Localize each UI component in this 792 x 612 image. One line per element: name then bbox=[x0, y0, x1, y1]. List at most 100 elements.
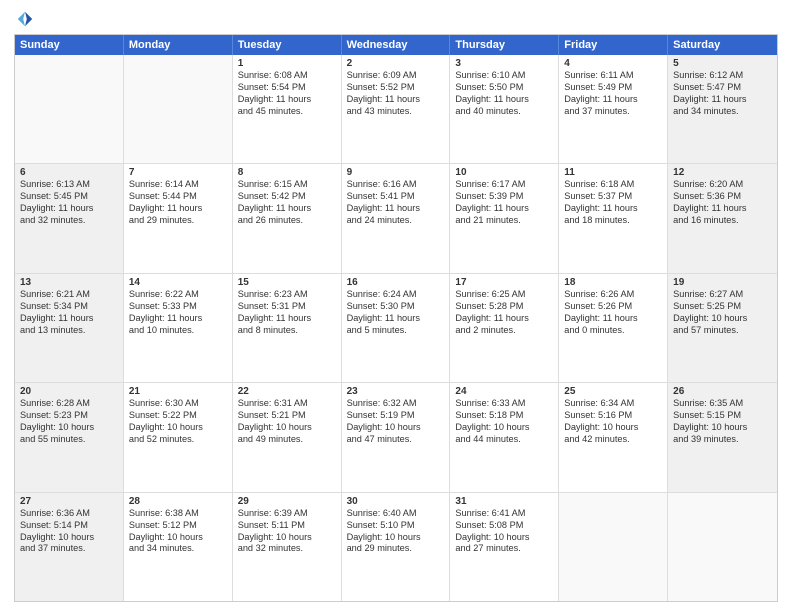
day-number: 28 bbox=[129, 496, 227, 507]
day-number: 16 bbox=[347, 277, 445, 288]
cell-line: Daylight: 10 hours bbox=[129, 532, 227, 544]
cell-line: Daylight: 11 hours bbox=[455, 313, 553, 325]
day-number: 27 bbox=[20, 496, 118, 507]
calendar: SundayMondayTuesdayWednesdayThursdayFrid… bbox=[14, 34, 778, 602]
day-number: 13 bbox=[20, 277, 118, 288]
calendar-cell: 7Sunrise: 6:14 AMSunset: 5:44 PMDaylight… bbox=[124, 164, 233, 272]
cell-line: Daylight: 10 hours bbox=[20, 422, 118, 434]
cell-line: Sunset: 5:47 PM bbox=[673, 82, 772, 94]
cell-line: Daylight: 10 hours bbox=[564, 422, 662, 434]
cell-line: Daylight: 11 hours bbox=[20, 203, 118, 215]
cell-line: Daylight: 10 hours bbox=[455, 422, 553, 434]
cell-line: Sunset: 5:41 PM bbox=[347, 191, 445, 203]
day-number: 18 bbox=[564, 277, 662, 288]
cell-line: Sunset: 5:30 PM bbox=[347, 301, 445, 313]
cell-line: Sunrise: 6:10 AM bbox=[455, 70, 553, 82]
day-number: 20 bbox=[20, 386, 118, 397]
cell-line: Sunrise: 6:36 AM bbox=[20, 508, 118, 520]
calendar-row-2: 6Sunrise: 6:13 AMSunset: 5:45 PMDaylight… bbox=[15, 164, 777, 273]
cell-line: Sunset: 5:44 PM bbox=[129, 191, 227, 203]
cell-line: Sunset: 5:34 PM bbox=[20, 301, 118, 313]
calendar-cell bbox=[668, 493, 777, 601]
cell-line: and 18 minutes. bbox=[564, 215, 662, 227]
day-number: 5 bbox=[673, 58, 772, 69]
calendar-cell: 2Sunrise: 6:09 AMSunset: 5:52 PMDaylight… bbox=[342, 55, 451, 163]
calendar-row-1: 1Sunrise: 6:08 AMSunset: 5:54 PMDaylight… bbox=[15, 55, 777, 164]
calendar-cell: 17Sunrise: 6:25 AMSunset: 5:28 PMDayligh… bbox=[450, 274, 559, 382]
calendar-cell: 22Sunrise: 6:31 AMSunset: 5:21 PMDayligh… bbox=[233, 383, 342, 491]
day-number: 6 bbox=[20, 167, 118, 178]
cell-line: and 5 minutes. bbox=[347, 325, 445, 337]
cell-line: and 10 minutes. bbox=[129, 325, 227, 337]
calendar-cell: 27Sunrise: 6:36 AMSunset: 5:14 PMDayligh… bbox=[15, 493, 124, 601]
cell-line: and 8 minutes. bbox=[238, 325, 336, 337]
cell-line: and 24 minutes. bbox=[347, 215, 445, 227]
cell-line: Sunrise: 6:08 AM bbox=[238, 70, 336, 82]
day-of-week-sunday: Sunday bbox=[15, 35, 124, 55]
cell-line: Daylight: 10 hours bbox=[129, 422, 227, 434]
cell-line: Sunrise: 6:20 AM bbox=[673, 179, 772, 191]
day-of-week-tuesday: Tuesday bbox=[233, 35, 342, 55]
cell-line: Sunset: 5:26 PM bbox=[564, 301, 662, 313]
calendar-cell: 30Sunrise: 6:40 AMSunset: 5:10 PMDayligh… bbox=[342, 493, 451, 601]
cell-line: and 45 minutes. bbox=[238, 106, 336, 118]
cell-line: Sunset: 5:25 PM bbox=[673, 301, 772, 313]
day-number: 4 bbox=[564, 58, 662, 69]
calendar-cell: 19Sunrise: 6:27 AMSunset: 5:25 PMDayligh… bbox=[668, 274, 777, 382]
cell-line: Sunset: 5:23 PM bbox=[20, 410, 118, 422]
cell-line: Daylight: 10 hours bbox=[238, 422, 336, 434]
calendar-body: 1Sunrise: 6:08 AMSunset: 5:54 PMDaylight… bbox=[15, 55, 777, 601]
cell-line: Sunrise: 6:17 AM bbox=[455, 179, 553, 191]
calendar-cell: 31Sunrise: 6:41 AMSunset: 5:08 PMDayligh… bbox=[450, 493, 559, 601]
cell-line: and 55 minutes. bbox=[20, 434, 118, 446]
cell-line: Daylight: 11 hours bbox=[564, 203, 662, 215]
day-number: 31 bbox=[455, 496, 553, 507]
calendar-cell: 28Sunrise: 6:38 AMSunset: 5:12 PMDayligh… bbox=[124, 493, 233, 601]
cell-line: and 40 minutes. bbox=[455, 106, 553, 118]
cell-line: Daylight: 11 hours bbox=[20, 313, 118, 325]
day-of-week-monday: Monday bbox=[124, 35, 233, 55]
calendar-cell bbox=[15, 55, 124, 163]
calendar-cell: 4Sunrise: 6:11 AMSunset: 5:49 PMDaylight… bbox=[559, 55, 668, 163]
calendar-cell: 14Sunrise: 6:22 AMSunset: 5:33 PMDayligh… bbox=[124, 274, 233, 382]
cell-line: Sunrise: 6:18 AM bbox=[564, 179, 662, 191]
cell-line: Sunset: 5:08 PM bbox=[455, 520, 553, 532]
day-number: 1 bbox=[238, 58, 336, 69]
day-number: 29 bbox=[238, 496, 336, 507]
cell-line: Sunset: 5:52 PM bbox=[347, 82, 445, 94]
cell-line: Sunset: 5:15 PM bbox=[673, 410, 772, 422]
calendar-cell: 29Sunrise: 6:39 AMSunset: 5:11 PMDayligh… bbox=[233, 493, 342, 601]
cell-line: and 57 minutes. bbox=[673, 325, 772, 337]
header bbox=[14, 10, 778, 28]
cell-line: Sunrise: 6:23 AM bbox=[238, 289, 336, 301]
cell-line: and 13 minutes. bbox=[20, 325, 118, 337]
calendar-cell: 11Sunrise: 6:18 AMSunset: 5:37 PMDayligh… bbox=[559, 164, 668, 272]
cell-line: Sunrise: 6:14 AM bbox=[129, 179, 227, 191]
day-number: 9 bbox=[347, 167, 445, 178]
cell-line: and 29 minutes. bbox=[347, 543, 445, 555]
cell-line: Sunrise: 6:41 AM bbox=[455, 508, 553, 520]
cell-line: and 34 minutes. bbox=[129, 543, 227, 555]
cell-line: Daylight: 10 hours bbox=[455, 532, 553, 544]
day-number: 10 bbox=[455, 167, 553, 178]
cell-line: Daylight: 11 hours bbox=[455, 94, 553, 106]
day-number: 22 bbox=[238, 386, 336, 397]
cell-line: Sunrise: 6:33 AM bbox=[455, 398, 553, 410]
calendar-cell: 6Sunrise: 6:13 AMSunset: 5:45 PMDaylight… bbox=[15, 164, 124, 272]
cell-line: Daylight: 11 hours bbox=[238, 94, 336, 106]
cell-line: and 26 minutes. bbox=[238, 215, 336, 227]
cell-line: Sunrise: 6:12 AM bbox=[673, 70, 772, 82]
cell-line: Sunset: 5:39 PM bbox=[455, 191, 553, 203]
cell-line: Daylight: 11 hours bbox=[238, 313, 336, 325]
cell-line: and 32 minutes. bbox=[238, 543, 336, 555]
cell-line: Sunset: 5:28 PM bbox=[455, 301, 553, 313]
calendar-cell: 15Sunrise: 6:23 AMSunset: 5:31 PMDayligh… bbox=[233, 274, 342, 382]
cell-line: Sunrise: 6:35 AM bbox=[673, 398, 772, 410]
cell-line: Daylight: 11 hours bbox=[347, 313, 445, 325]
day-of-week-wednesday: Wednesday bbox=[342, 35, 451, 55]
cell-line: Sunset: 5:12 PM bbox=[129, 520, 227, 532]
cell-line: Sunrise: 6:27 AM bbox=[673, 289, 772, 301]
calendar-cell: 24Sunrise: 6:33 AMSunset: 5:18 PMDayligh… bbox=[450, 383, 559, 491]
page: SundayMondayTuesdayWednesdayThursdayFrid… bbox=[0, 0, 792, 612]
cell-line: and 43 minutes. bbox=[347, 106, 445, 118]
